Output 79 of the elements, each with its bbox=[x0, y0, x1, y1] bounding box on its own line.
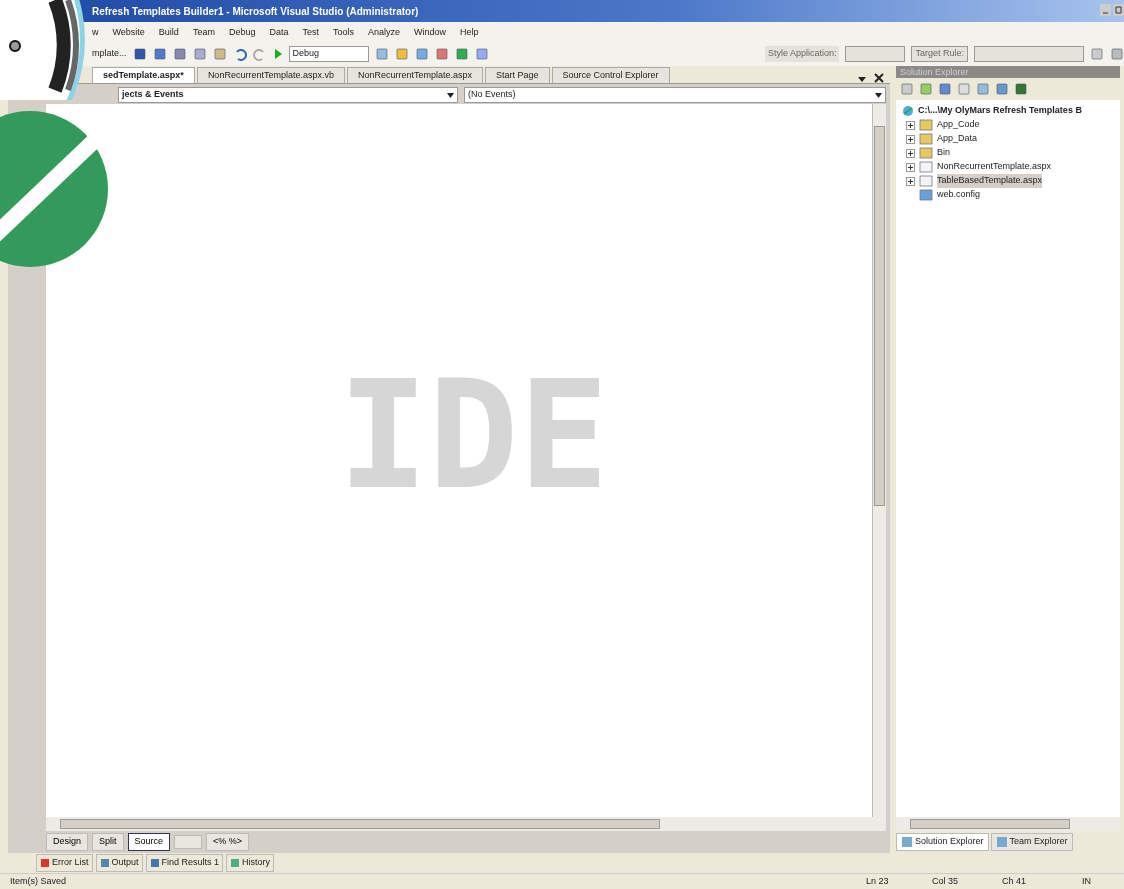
website-icon bbox=[902, 105, 914, 117]
events-dropdown-value: (No Events) bbox=[468, 88, 516, 102]
panel-tab[interactable]: Team Explorer bbox=[990, 833, 1073, 851]
column-number: Col 35 bbox=[932, 874, 959, 888]
target-rule-label: Target Rule: bbox=[911, 46, 968, 62]
tag-button[interactable]: <% %> bbox=[206, 833, 250, 851]
expand-icon[interactable] bbox=[906, 134, 915, 144]
document-tab[interactable]: Source Control Explorer bbox=[551, 66, 670, 83]
page-icon bbox=[919, 175, 933, 187]
status-message: Item(s) Saved bbox=[10, 874, 68, 888]
dropdown-arrow-icon[interactable] bbox=[858, 75, 866, 83]
horizontal-scrollbar[interactable] bbox=[46, 817, 886, 831]
page-icon bbox=[919, 161, 933, 173]
panel-tab[interactable]: Solution Explorer bbox=[896, 833, 989, 851]
caret-icon bbox=[447, 92, 454, 98]
panel-tab-icon bbox=[99, 858, 110, 868]
panel-tab-icon bbox=[149, 858, 160, 868]
tree-item[interactable]: App_Code bbox=[937, 118, 980, 132]
configuration-dropdown[interactable]: Debug bbox=[288, 46, 369, 62]
panel-tab-icon bbox=[230, 858, 241, 868]
objects-dropdown-value: jects & Events bbox=[122, 88, 184, 102]
expand-icon[interactable] bbox=[906, 120, 915, 130]
panel-tab-icon bbox=[40, 858, 50, 868]
menu-item[interactable]: Test bbox=[302, 26, 319, 42]
document-tab[interactable]: NonRecurrentTemplate.aspx.vb bbox=[196, 66, 345, 83]
expand-icon[interactable] bbox=[906, 162, 915, 172]
panel-tab-icon bbox=[901, 836, 913, 848]
menu-item[interactable]: Website bbox=[112, 26, 145, 42]
tree-item[interactable]: web.config bbox=[937, 188, 981, 202]
style-application-label: Style Application: bbox=[764, 46, 840, 62]
folder-icon bbox=[919, 133, 933, 145]
target-rule-dropdown[interactable] bbox=[974, 46, 1084, 62]
menu-item[interactable]: Build bbox=[158, 26, 179, 42]
menu-item[interactable]: Help bbox=[460, 26, 479, 42]
style-application-dropdown[interactable] bbox=[845, 46, 906, 62]
tool-window-tab[interactable]: Find Results 1 bbox=[145, 854, 224, 872]
horizontal-scrollbar[interactable] bbox=[896, 817, 1120, 831]
tool-window-tab[interactable]: Error List bbox=[36, 854, 93, 872]
line-number: Ln 23 bbox=[866, 874, 890, 888]
redo-icon[interactable] bbox=[252, 47, 267, 61]
menu-item[interactable]: Team bbox=[192, 26, 215, 42]
menu-item[interactable]: Window bbox=[414, 26, 446, 42]
menu-item[interactable]: Debug bbox=[228, 26, 256, 42]
view-tab[interactable]: Split bbox=[92, 833, 124, 851]
expand-icon[interactable] bbox=[906, 176, 915, 186]
close-icon[interactable] bbox=[874, 73, 884, 83]
tree-item[interactable]: TableBasedTemplate.aspx bbox=[937, 174, 1043, 188]
tree-item[interactable]: App_Data bbox=[937, 132, 978, 146]
document-tab[interactable]: sedTemplate.aspx* bbox=[92, 66, 195, 83]
caret-icon bbox=[875, 92, 882, 98]
tool-window-tab[interactable]: History bbox=[226, 854, 275, 872]
tree-item[interactable]: NonRecurrentTemplate.aspx bbox=[937, 160, 1052, 174]
code-editor[interactable] bbox=[46, 104, 872, 817]
menu-item[interactable]: w bbox=[92, 26, 99, 42]
vertical-scrollbar[interactable] bbox=[872, 104, 886, 817]
tool-window-tab[interactable]: Output bbox=[95, 854, 143, 872]
objects-dropdown[interactable]: jects & Events bbox=[118, 87, 458, 103]
events-dropdown[interactable]: (No Events) bbox=[464, 87, 886, 103]
char-number: Ch 41 bbox=[1002, 874, 1028, 888]
view-tab[interactable]: Source bbox=[127, 833, 171, 851]
folder-icon bbox=[919, 147, 933, 159]
menu-item[interactable]: Analyze bbox=[367, 26, 400, 42]
tree-item[interactable]: Bin bbox=[937, 146, 950, 160]
folder-icon bbox=[919, 119, 933, 131]
play-icon[interactable] bbox=[272, 48, 283, 60]
window-controls-icon[interactable] bbox=[1100, 4, 1124, 16]
panel-tab-icon bbox=[995, 836, 1008, 848]
project-button[interactable]: mplate... bbox=[92, 47, 127, 61]
panel-title: Solution Explorer bbox=[896, 66, 1120, 78]
tag-navigator[interactable] bbox=[174, 835, 203, 849]
view-tab[interactable]: Design bbox=[46, 833, 88, 851]
menu-item[interactable]: Tools bbox=[332, 26, 354, 42]
document-tab[interactable]: NonRecurrentTemplate.aspx bbox=[346, 66, 483, 83]
document-tab[interactable]: Start Page bbox=[485, 66, 550, 83]
window-title: Refresh Templates Builder1 - Microsoft Visual Studio (Administrator) bbox=[92, 5, 419, 19]
menu-item[interactable]: Data bbox=[269, 26, 289, 42]
insert-mode: IN bbox=[1082, 874, 1092, 888]
expand-icon[interactable] bbox=[906, 148, 915, 158]
solution-root[interactable]: C:\...\My OlyMars Refresh Templates B bbox=[918, 104, 1082, 118]
